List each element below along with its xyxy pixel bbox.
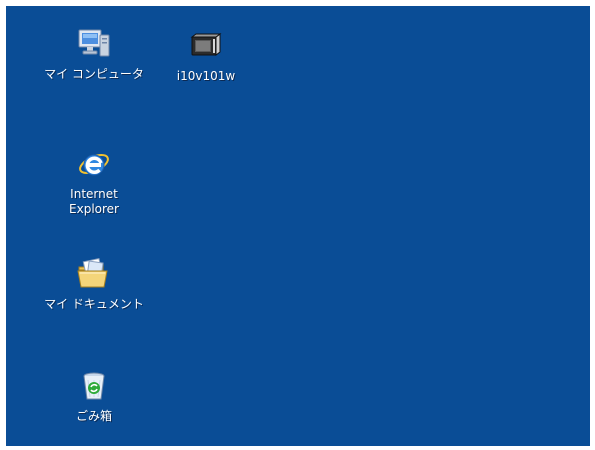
desktop-icon-label: ごみ箱 [75,409,112,423]
desktop-icon-label: i10v101w [176,69,236,83]
desktop-icon-my-computer[interactable]: マイ コンピュータ [39,26,149,82]
internet-explorer-icon [79,154,109,176]
computer-icon [78,29,110,57]
desktop-icon-label: Internet Explorer [69,187,119,216]
recycle-bin-icon [83,372,105,400]
device-icon [190,33,222,56]
desktop-icon-internet-explorer[interactable]: Internet Explorer [39,146,149,217]
desktop-icon-label: マイ ドキュメント [44,297,144,311]
desktop-icon-my-documents[interactable]: マイ ドキュメント [39,256,149,312]
desktop-icon-device[interactable]: i10v101w [151,28,261,84]
desktop: マイ コンピュータ i10v101w Internet Explorer マイ … [6,6,590,446]
desktop-icon-recycle-bin[interactable]: ごみ箱 [39,368,149,424]
desktop-icon-label: マイ コンピュータ [44,67,144,81]
folder-documents-icon [77,257,108,288]
